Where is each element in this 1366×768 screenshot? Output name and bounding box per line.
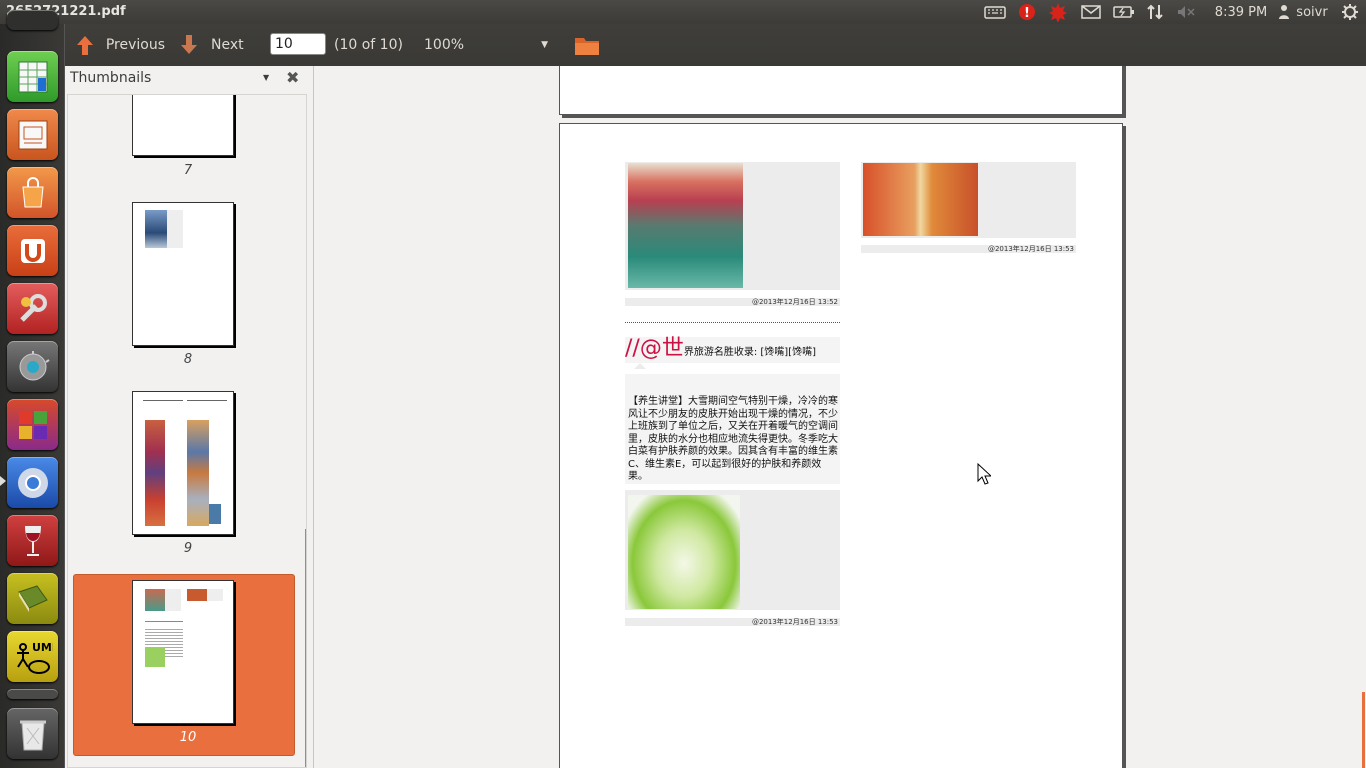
thumbnail-scrollbar[interactable] [305,529,306,767]
previous-page-bottom [559,66,1123,115]
partial-launcher-icon[interactable] [7,10,58,30]
page-number-input[interactable] [270,33,326,55]
chromium-icon[interactable] [7,457,58,508]
sidebar: Thumbnails ▼ ✖ 7 8 9 10 [65,66,314,768]
current-page: @2013年12月16日 13:52 @2013年12月16日 13:53 //… [559,123,1123,768]
callout-arrow [634,363,646,369]
spreadsheet-icon[interactable] [7,51,58,102]
svg-text:UML: UML [32,641,53,654]
page-count: (10 of 10) [334,37,403,53]
arrow-up-icon [77,36,93,55]
launcher-active-pip [0,476,6,486]
previous-button[interactable]: Previous [75,32,165,58]
heading-accent: //@世 [625,336,684,361]
cabbage-image [628,495,740,609]
close-sidebar-icon[interactable]: ✖ [286,68,299,87]
thumbnail-label-selected: 10 [179,730,197,745]
caption: @2013年12月16日 13:52 [625,298,840,306]
viewer-scrollbar[interactable] [1362,692,1365,768]
thumbnail-label: 9 [183,541,193,556]
update-alert-icon[interactable]: ! [1016,3,1038,21]
document-viewer[interactable]: @2013年12月16日 13:52 @2013年12月16日 13:53 //… [314,66,1366,768]
folder-icon [575,38,599,55]
system-alert-icon[interactable] [1047,3,1069,22]
network-icon[interactable] [1144,3,1166,21]
zoom-select[interactable]: 100% ▼ [424,32,548,58]
caption: @2013年12月16日 13:53 [625,618,840,626]
thumbnail-label: 8 [183,352,193,367]
caption: @2013年12月16日 13:53 [861,245,1076,253]
zoom-value: 100% [424,37,465,53]
user-name[interactable]: soivr [1294,3,1330,21]
software-center-icon[interactable] [7,167,58,218]
ubuntu-one-icon[interactable] [7,225,58,276]
open-folder-button[interactable] [574,32,600,58]
presentation-icon[interactable] [7,109,58,160]
trash-icon[interactable] [7,708,58,759]
sidebar-title[interactable]: Thumbnails [70,70,151,86]
svg-text:!: ! [1024,6,1030,21]
webcam-app-icon[interactable] [7,341,58,392]
post-heading: //@世界旅游名胜收录: [馋嘴][馋嘴] [625,337,840,363]
thumbnail-page-10[interactable] [132,580,234,724]
next-button[interactable]: Next [179,32,249,58]
thumbnail-page-9[interactable] [132,391,234,535]
thumbnail-list[interactable]: 7 8 9 10 [67,94,307,768]
user-icon[interactable] [1277,3,1291,21]
divider [625,322,840,323]
mail-icon[interactable] [1080,3,1102,21]
launcher-separator [7,689,58,699]
volume-muted-icon[interactable] [1175,3,1197,21]
toolbar: Previous Next (10 of 10) 100% ▼ [65,24,1366,66]
autumn-lake-image [628,163,743,288]
arrow-down-icon [181,35,197,54]
keyboard-icon[interactable] [983,3,1007,21]
system-settings-icon[interactable] [7,283,58,334]
next-label: Next [211,37,244,53]
sidebar-header: Thumbnails ▼ ✖ [65,66,314,92]
thumbnail-page-7[interactable] [132,95,234,156]
street-image [863,163,978,236]
workspace-switcher-icon[interactable] [7,399,58,450]
top-panel: 2652721221.pdf ! 8:39 PM soivr [0,0,1366,24]
clock[interactable]: 8:39 PM [1212,3,1270,21]
article-text: 【养生讲堂】大雪期间空气特别干燥，冷冷的寒风让不少朋友的皮肤开始出现干燥的情况，… [625,374,840,484]
sidebar-dropdown-icon[interactable]: ▼ [263,73,269,82]
dictionary-book-icon[interactable] [7,573,58,624]
uml-tool-icon[interactable]: UML [7,631,58,682]
power-gear-icon[interactable] [1340,3,1360,21]
heading-text: 界旅游名胜收录: [馋嘴][馋嘴] [683,347,816,358]
thumbnail-label: 7 [183,163,193,178]
launcher: UML [0,10,65,768]
wine-icon[interactable] [7,515,58,566]
thumbnail-page-8[interactable] [132,202,234,346]
mouse-cursor-icon [977,463,991,485]
chevron-down-icon: ▼ [541,40,548,50]
previous-label: Previous [105,37,165,53]
battery-icon[interactable] [1112,3,1136,21]
